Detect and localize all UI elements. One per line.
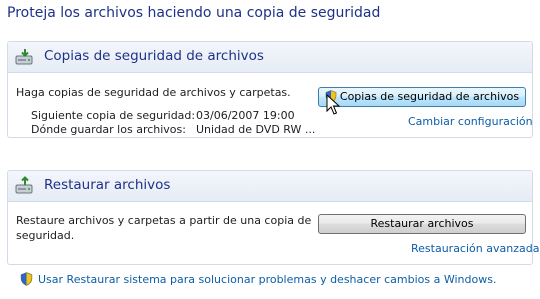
restore-description-line2: seguridad. bbox=[16, 229, 75, 242]
restore-drive-icon bbox=[15, 176, 33, 194]
system-restore-link[interactable]: Usar Restaurar sistema para solucionar p… bbox=[38, 273, 496, 286]
backup-panel-header: Copias de seguridad de archivos bbox=[8, 42, 532, 73]
uac-shield-icon bbox=[20, 272, 33, 286]
mouse-pointer-icon bbox=[326, 94, 340, 115]
location-value: Unidad de DVD RW ... bbox=[196, 123, 316, 136]
restore-panel-title: Restaurar archivos bbox=[44, 177, 171, 193]
restore-description-line1: Restaure archivos y carpetas a partir de… bbox=[16, 214, 312, 227]
page-title: Proteja los archivos haciendo una copia … bbox=[7, 5, 381, 21]
next-backup-label: Siguiente copia de seguridad: bbox=[31, 109, 196, 122]
advanced-restore-link[interactable]: Restauración avanzada bbox=[411, 242, 539, 255]
change-settings-link[interactable]: Cambiar configuración bbox=[408, 115, 533, 128]
restore-files-button[interactable]: Restaurar archivos bbox=[318, 214, 526, 234]
backup-panel-title: Copias de seguridad de archivos bbox=[44, 48, 264, 64]
backup-files-button-label: Copias de seguridad de archivos bbox=[339, 90, 520, 103]
next-backup-value: 03/06/2007 19:00 bbox=[196, 109, 295, 122]
restore-panel: Restaurar archivos Restaure archivos y c… bbox=[7, 170, 539, 265]
backup-files-button[interactable]: Copias de seguridad de archivos bbox=[318, 87, 526, 107]
backup-description: Haga copias de seguridad de archivos y c… bbox=[16, 86, 291, 99]
restore-panel-header: Restaurar archivos bbox=[8, 171, 532, 202]
backup-drive-icon bbox=[15, 49, 33, 65]
location-label: Dónde guardar los archivos: bbox=[31, 123, 186, 136]
backup-panel: Copias de seguridad de archivos Haga cop… bbox=[7, 41, 533, 138]
